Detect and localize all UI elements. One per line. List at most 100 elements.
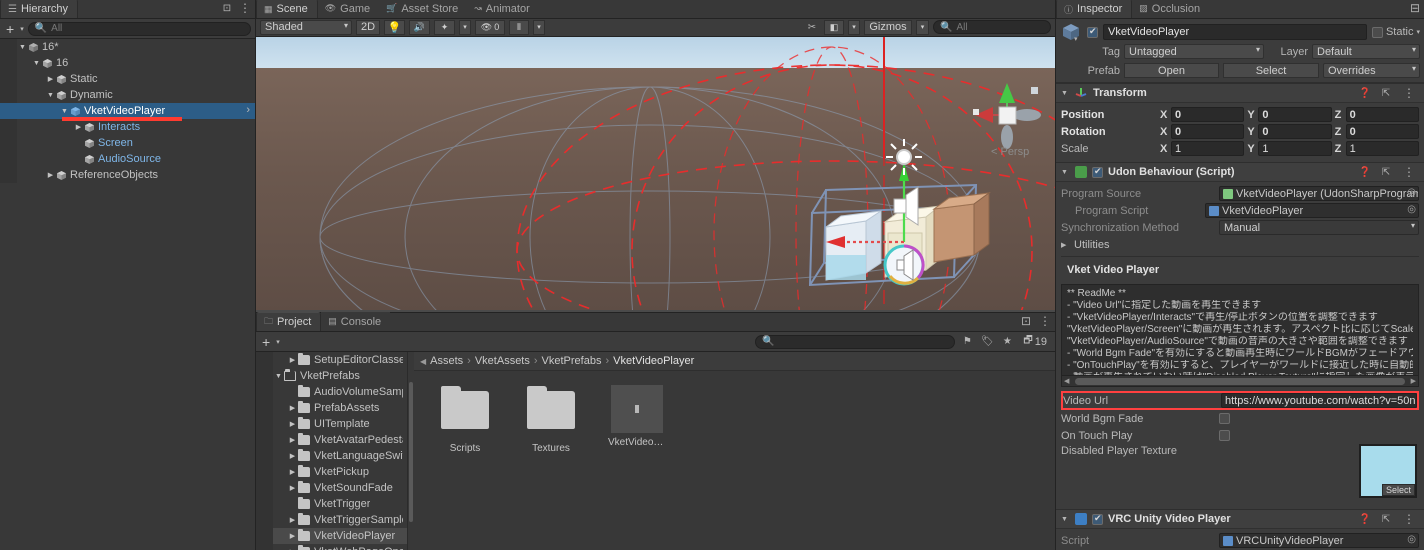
transform-rotation-x-input[interactable]: 0 xyxy=(1171,124,1245,139)
project-folder-tree[interactable]: ▶SetupEditorClasses▼VketPrefabs▶AudioVol… xyxy=(256,352,408,550)
project-tree-row-uitemplate[interactable]: ▶ UITemplate xyxy=(256,416,407,432)
transform-position-y-input[interactable]: 0 xyxy=(1258,107,1332,122)
tab-inspector[interactable]: ⓘ Inspector xyxy=(1056,0,1133,18)
project-tree-row-prefabassets[interactable]: ▶ PrefabAssets xyxy=(256,400,407,416)
foldout-icon[interactable]: ▼ xyxy=(31,60,42,67)
preset-icon[interactable]: ⇱ xyxy=(1378,86,1394,101)
speaker-icon[interactable]: 🔊 xyxy=(409,19,430,35)
hierarchy-row-interacts[interactable]: ▶ Interacts xyxy=(0,119,255,135)
help-icon[interactable]: ❓ xyxy=(1357,512,1373,527)
udon-header[interactable]: ▼ Udon Behaviour (Script) ❓ ⇱ ⋮ xyxy=(1056,163,1424,182)
tab-console[interactable]: ▤ Console xyxy=(321,312,391,331)
tab-asset-store[interactable]: 🛒 Asset Store xyxy=(379,0,468,18)
hierarchy-row-dynamic[interactable]: ▼ Dynamic xyxy=(0,87,255,103)
hierarchy-row-16[interactable]: ▼ 16 xyxy=(0,55,255,71)
gameobject-name-field[interactable]: VketVideoPlayer xyxy=(1103,24,1367,40)
project-search-input[interactable]: 🔍 xyxy=(755,334,956,349)
transform-rotation-y-input[interactable]: 0 xyxy=(1258,124,1332,139)
foldout-icon[interactable]: ▼ xyxy=(59,108,70,115)
utilities-foldout[interactable]: ▶ Utilities xyxy=(1061,236,1419,253)
hierarchy-search-input[interactable]: 🔍 All xyxy=(27,21,251,36)
vrc-video-foldout-icon[interactable]: ▼ xyxy=(1061,516,1070,523)
project-tree-row-vketavatarpedestal[interactable]: ▶ VketAvatarPedestal xyxy=(256,432,407,448)
foldout-icon[interactable]: ▶ xyxy=(287,532,298,540)
tab-game[interactable]: 👁 Game xyxy=(317,0,380,18)
hierarchy-add-button[interactable]: + xyxy=(4,21,16,37)
transform-position-z-input[interactable]: 0 xyxy=(1345,107,1419,122)
static-toggle[interactable]: Static ▾ xyxy=(1371,26,1420,38)
transform-scale-y-input[interactable]: 1 xyxy=(1258,141,1332,156)
foldout-icon[interactable]: ▶ xyxy=(287,468,298,476)
transform-scale-z-input[interactable]: 1 xyxy=(1345,141,1419,156)
effects-dropdown-icon[interactable]: ▾ xyxy=(459,19,471,35)
preset-icon[interactable]: ⇱ xyxy=(1378,512,1394,527)
scene-visibility-icon[interactable]: ⦀ xyxy=(509,19,529,35)
asset-item[interactable]: Textures xyxy=(522,385,580,454)
hierarchy-row-16[interactable]: ▼ 16* xyxy=(0,39,255,55)
asset-item[interactable]: VketVideoP... xyxy=(608,385,666,448)
scene-search-input[interactable]: 🔍 All xyxy=(933,20,1051,35)
breadcrumb-item[interactable]: VketAssets xyxy=(475,355,530,367)
foldout-icon[interactable]: ▼ xyxy=(273,373,284,380)
tag-dropdown[interactable]: Untagged xyxy=(1124,44,1264,59)
hierarchy-row-audiosource[interactable]: ▶ AudioSource xyxy=(0,151,255,167)
utilities-foldout-icon[interactable]: ▶ xyxy=(1061,241,1070,249)
hierarchy-row-screen[interactable]: ▶ Screen xyxy=(0,135,255,151)
gizmos-dropdown-icon[interactable]: ▾ xyxy=(848,19,860,35)
vrc-script-field[interactable]: VRCUnityVideoPlayer xyxy=(1219,533,1419,548)
project-tree-row-vketlanguageswitch[interactable]: ▶ VketLanguageSwitch xyxy=(256,448,407,464)
foldout-icon[interactable]: ▶ xyxy=(73,123,84,131)
project-label-icon[interactable]: 🏷 xyxy=(979,334,995,349)
transform-rotation-z-input[interactable]: 0 xyxy=(1345,124,1419,139)
hierarchy-menu-icon[interactable]: ⋮ xyxy=(235,0,255,18)
prefab-overrides-dropdown[interactable]: Overrides xyxy=(1323,63,1420,78)
world-bgm-fade-checkbox[interactable] xyxy=(1219,413,1230,424)
breadcrumb-back-icon[interactable]: ◀ xyxy=(420,357,426,366)
tab-scene[interactable]: ▦ Scene xyxy=(256,0,318,18)
breadcrumb-item[interactable]: Assets xyxy=(430,355,463,367)
foldout-icon[interactable]: ▶ xyxy=(287,452,298,460)
foldout-icon[interactable]: ▶ xyxy=(287,436,298,444)
scene-orientation-gizmo[interactable]: < Persp xyxy=(967,69,1047,159)
draw-mode-dropdown[interactable]: Shaded xyxy=(260,19,352,35)
program-source-field[interactable]: VketVideoPlayer (UdonSharpProgramAsset) xyxy=(1219,186,1419,201)
tools-icon[interactable]: ✂ xyxy=(804,20,820,35)
vrc-video-header[interactable]: ▼ VRC Unity Video Player ❓ ⇱ ⋮ xyxy=(1056,510,1424,529)
foldout-icon[interactable]: ▼ xyxy=(17,44,28,51)
disabled-player-texture-preview[interactable]: Select xyxy=(1359,444,1417,498)
hierarchy-row-referenceobjects[interactable]: ▶ ReferenceObjects xyxy=(0,167,255,183)
hierarchy-tree[interactable]: ▼ 16* ▼ 16 ▶ Static ▼ Dynamic ▼ VketVideoPlayer › ▶… xyxy=(0,39,255,550)
vrc-video-menu-icon[interactable]: ⋮ xyxy=(1399,512,1419,526)
foldout-icon[interactable]: ▶ xyxy=(287,404,298,412)
foldout-icon[interactable]: ▶ xyxy=(45,75,56,83)
asset-item[interactable]: Scripts xyxy=(436,385,494,454)
transform-position-x-input[interactable]: 0 xyxy=(1171,107,1245,122)
preset-icon[interactable]: ⇱ xyxy=(1378,165,1394,180)
project-tree-row-vketpickup[interactable]: ▶ VketPickup xyxy=(256,464,407,480)
project-favorite-icon[interactable]: ★ xyxy=(999,334,1015,349)
project-tree-row-vkettriggersample[interactable]: ▶ VketTriggerSample xyxy=(256,512,407,528)
project-add-button[interactable]: + xyxy=(260,334,272,350)
program-script-field[interactable]: VketVideoPlayer xyxy=(1205,203,1419,218)
gizmos-menu-dropdown-icon[interactable]: ▾ xyxy=(916,19,929,35)
scene-viewport[interactable]: < Persp xyxy=(256,36,1055,312)
effects-icon[interactable]: ✦ xyxy=(434,19,455,35)
vrc-video-enabled-checkbox[interactable] xyxy=(1092,513,1103,525)
tab-animator[interactable]: ↝ Animator xyxy=(467,0,539,18)
breadcrumb-item[interactable]: VketPrefabs xyxy=(542,355,602,367)
sync-dropdown[interactable]: Manual xyxy=(1219,220,1419,235)
breadcrumb[interactable]: ◀ Assets › VketAssets › VketPrefabs › VketVideo… xyxy=(414,352,1055,371)
help-icon[interactable]: ❓ xyxy=(1357,165,1373,180)
project-add-dropdown-icon[interactable]: ▾ xyxy=(276,338,280,346)
transform-scale-x-input[interactable]: 1 xyxy=(1171,141,1245,156)
foldout-icon[interactable]: ▼ xyxy=(45,92,56,99)
project-tree-scrollbar[interactable] xyxy=(408,352,414,550)
project-tree-row-audiovolumesample[interactable]: ▶ AudioVolumeSample xyxy=(256,384,407,400)
static-dropdown-icon[interactable]: ▾ xyxy=(1416,28,1420,36)
project-lock-icon[interactable]: ⊡ xyxy=(1017,312,1035,331)
project-filter-icon[interactable]: ⚑ xyxy=(959,334,975,349)
transform-header[interactable]: ▼ Transform ❓ ⇱ ⋮ xyxy=(1056,84,1424,103)
foldout-icon[interactable]: ▶ xyxy=(287,420,298,428)
scroll-left-icon[interactable]: ◀ xyxy=(1064,377,1069,385)
on-touch-play-checkbox[interactable] xyxy=(1219,430,1230,441)
